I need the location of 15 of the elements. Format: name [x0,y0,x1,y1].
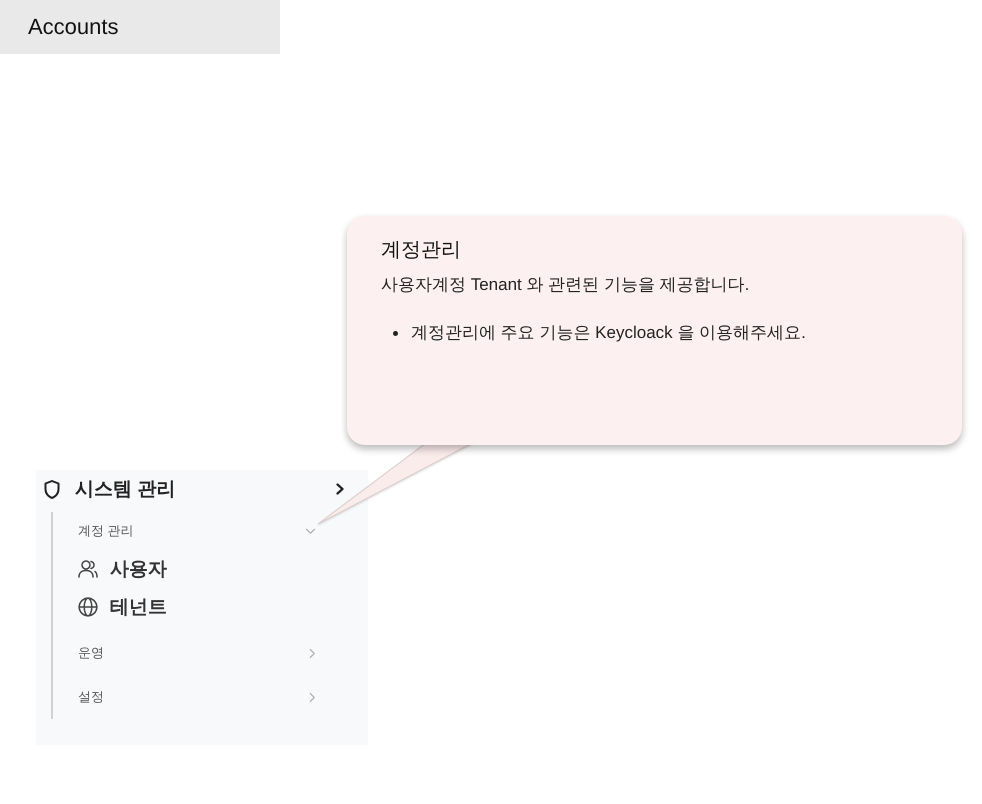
callout-title: 계정관리 [381,238,462,263]
accounts-tab[interactable]: Accounts [0,0,280,54]
menu-group[interactable]: 계정 관리 [78,512,316,550]
callout-description: 사용자계정 Tenant 와 관련된 기능을 제공합니다. [381,274,750,296]
menu-group[interactable]: 운영 [78,631,316,675]
globe-icon [78,597,98,617]
bullet-text: 계정관리에 주요 기능은 Keycloack 을 이용해주세요. [411,322,806,344]
bullet-icon [393,330,398,336]
menu-item[interactable]: 사용자 [78,550,316,588]
chevron-right-icon [336,483,344,495]
users-icon [78,559,98,579]
shield-icon [44,480,60,498]
menu-item[interactable]: 시스템 관리 [44,470,368,508]
menu-group[interactable]: 설정 [78,675,316,719]
menu-item[interactable]: 테넌트 [78,588,316,626]
